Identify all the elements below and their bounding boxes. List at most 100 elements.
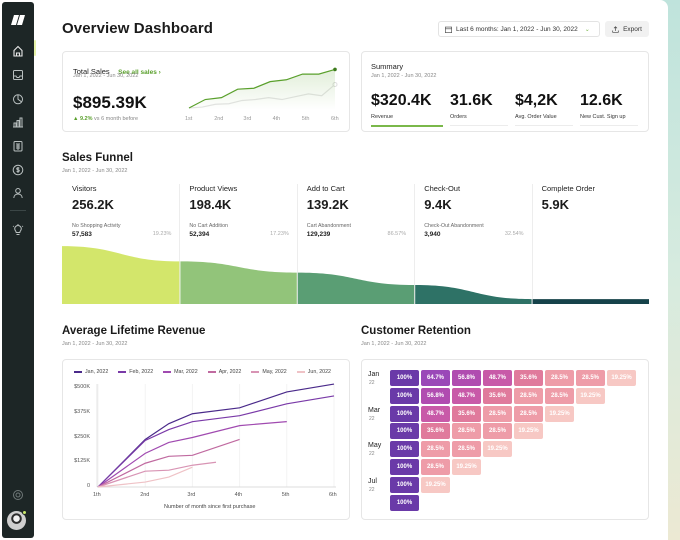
retention-cell[interactable]: 100% xyxy=(390,494,419,511)
app-window: Overview Dashboard Last 6 months: Jan 1,… xyxy=(0,0,668,540)
settings-icon[interactable] xyxy=(2,486,34,504)
retention-cell[interactable]: 28.5% xyxy=(452,441,481,458)
customer-retention-title: Customer Retention xyxy=(361,325,471,337)
summary-metric-label: Avg. Order Value xyxy=(515,114,557,120)
funnel-stage-value: 256.2K xyxy=(72,197,114,212)
summary-metric-underline xyxy=(580,125,638,126)
report-icon[interactable] xyxy=(2,137,34,155)
sparkline-x-tick: 3rd xyxy=(243,116,252,122)
retention-cell[interactable]: 48.7% xyxy=(452,387,481,404)
lifetime-revenue-title: Average Lifetime Revenue xyxy=(62,325,206,337)
retention-cell[interactable]: 19.25% xyxy=(452,459,481,475)
x-axis-label: Number of month since first purchase xyxy=(164,504,256,510)
upload-icon xyxy=(612,25,619,33)
inbox-icon[interactable] xyxy=(2,66,34,84)
x-tick-label: 6th xyxy=(329,492,337,498)
bar-chart-icon[interactable] xyxy=(2,113,34,131)
retention-cell[interactable]: 35.6% xyxy=(452,405,481,422)
retention-cell[interactable]: 28.5% xyxy=(576,370,605,386)
summary-metric[interactable]: $320.4K Revenue xyxy=(371,92,432,120)
retention-cell[interactable]: 35.6% xyxy=(483,387,512,404)
trend-change: ▲ 9.2% xyxy=(73,116,93,122)
user-icon[interactable] xyxy=(2,184,34,202)
retention-cell[interactable]: 35.6% xyxy=(514,370,543,386)
retention-cell[interactable]: 100% xyxy=(390,459,419,475)
retention-cell[interactable]: 56.8% xyxy=(421,387,450,404)
retention-cell[interactable]: 28.5% xyxy=(545,387,574,404)
funnel-stage-value: 198.4K xyxy=(189,197,232,212)
sidebar-divider xyxy=(10,210,26,211)
retention-cell[interactable]: 28.5% xyxy=(483,423,512,440)
funnel-drop-row: 3,940 32.54% xyxy=(424,231,523,238)
retention-cell[interactable]: 100% xyxy=(390,476,419,493)
total-sales-trend: ▲ 9.2% vs 6 month before xyxy=(73,116,138,122)
date-range-picker[interactable]: Last 6 months: Jan 1, 2022 - Jun 30, 202… xyxy=(438,21,600,37)
retention-cell[interactable]: 48.7% xyxy=(483,370,512,386)
summary-metric[interactable]: 31.6K Orders xyxy=(450,92,493,120)
retention-cell[interactable]: 100% xyxy=(390,423,419,440)
x-tick-label: 5th xyxy=(281,492,290,498)
retention-cell[interactable]: 28.5% xyxy=(514,387,543,404)
summary-metric-underline xyxy=(371,125,443,127)
retention-cell[interactable]: 100% xyxy=(390,387,419,404)
retention-row-year: 22 xyxy=(369,451,375,458)
retention-cell[interactable]: 28.5% xyxy=(452,423,481,440)
total-sales-sparkline xyxy=(188,67,338,110)
retention-cell[interactable]: 28.5% xyxy=(421,441,450,458)
retention-cell[interactable]: 19.25% xyxy=(545,405,574,422)
home-icon[interactable] xyxy=(2,42,34,60)
customer-retention-period: Jan 1, 2022 - Jun 30, 2022 xyxy=(361,341,427,347)
x-tick-label: 2nd xyxy=(140,492,150,498)
retention-cell[interactable]: 28.5% xyxy=(483,405,512,422)
funnel-drop-percent: 86.57% xyxy=(387,231,407,237)
summary-metric-label: Revenue xyxy=(371,114,394,120)
retention-cell[interactable]: 100% xyxy=(390,441,419,458)
retention-cell[interactable]: 19.25% xyxy=(607,370,636,386)
export-button[interactable]: Export xyxy=(605,21,649,37)
sidebar xyxy=(2,2,34,538)
total-sales-period: Jan 1, 2022 - Jun 30, 2022 xyxy=(73,73,139,79)
summary-metric[interactable]: $4,2K Avg. Order Value xyxy=(515,92,558,120)
retention-row-year: 22 xyxy=(369,486,375,493)
sales-funnel-period: Jan 1, 2022 - Jun 30, 2022 xyxy=(62,168,128,174)
funnel-drop-value: 57,583 xyxy=(72,231,92,238)
summary-metric-underline xyxy=(515,125,573,126)
retention-cell[interactable]: 19.25% xyxy=(483,441,512,458)
funnel-drop-row: 57,583 19.23% xyxy=(72,231,171,238)
retention-cell[interactable]: 100% xyxy=(390,370,419,386)
calendar-icon xyxy=(445,26,452,33)
retention-cell[interactable]: 100% xyxy=(390,405,419,422)
retention-cell[interactable]: 56.8% xyxy=(452,370,481,386)
summary-metric[interactable]: 12.6K New Cust. Sign up xyxy=(580,92,626,120)
retention-cell[interactable]: 28.5% xyxy=(421,459,450,475)
summary-metric-label: Orders xyxy=(450,114,467,120)
sparkline-x-tick: 2nd xyxy=(214,116,224,122)
summary-metric-value: 31.6K xyxy=(450,92,493,109)
funnel-drop-label: No Cart Addition xyxy=(189,223,228,229)
pie-chart-icon[interactable] xyxy=(2,90,34,108)
online-status-dot xyxy=(22,510,27,515)
retention-cell[interactable]: 48.7% xyxy=(421,405,450,422)
retention-cell[interactable]: 19.25% xyxy=(514,423,543,440)
retention-cell[interactable]: 28.5% xyxy=(514,405,543,422)
trend-suffix: vs 6 month before xyxy=(94,116,139,122)
retention-cell[interactable]: 35.6% xyxy=(421,423,450,440)
series-line-feb-2022 xyxy=(97,395,335,488)
retention-cell[interactable]: 19.25% xyxy=(576,387,605,404)
x-tick-label: 3rd xyxy=(187,492,196,498)
retention-cell[interactable]: 19.25% xyxy=(421,476,450,493)
funnel-drop-value: 52,394 xyxy=(189,231,210,238)
dollar-icon[interactable] xyxy=(2,161,34,179)
sparkline-x-tick: 6th xyxy=(331,116,339,122)
funnel-drop-value: 129,239 xyxy=(306,231,331,238)
retention-row-month: Jul xyxy=(368,477,377,485)
lightbulb-icon[interactable] xyxy=(2,221,34,239)
lifetime-revenue-period: Jan 1, 2022 - Jun 30, 2022 xyxy=(62,341,128,347)
retention-cell[interactable]: 64.7% xyxy=(421,370,450,386)
sparkline-x-tick: 4th xyxy=(272,116,281,122)
sparkline-x-tick: 1st xyxy=(185,116,193,122)
current-period-area xyxy=(189,69,335,110)
retention-cell[interactable]: 28.5% xyxy=(545,370,574,386)
brand-logo-icon[interactable] xyxy=(2,11,34,29)
funnel-stage-value: 5.9K xyxy=(541,197,570,212)
